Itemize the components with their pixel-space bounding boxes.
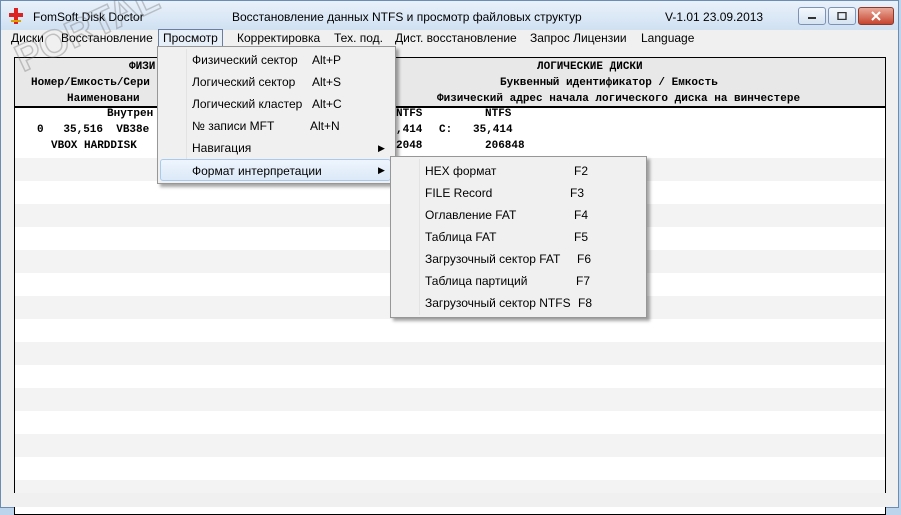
menu-partition-table[interactable]: Таблица партиций F7 — [393, 270, 642, 292]
window-title: Восстановление данных NTFS и просмотр фа… — [232, 10, 582, 24]
capacity-1: ,414 — [396, 124, 423, 136]
menu-shortcut: F7 — [576, 274, 591, 288]
menu-logical-cluster[interactable]: Логический кластер Alt+C — [160, 93, 391, 115]
submenu-arrow-icon: ▶ — [378, 165, 385, 175]
menu-mft-record[interactable]: № записи MFT Alt+N — [160, 115, 391, 137]
empty-row — [15, 457, 885, 480]
menu-label: Таблица FAT — [425, 230, 497, 244]
minimize-button[interactable] — [798, 7, 826, 25]
menu-shortcut: F4 — [574, 208, 589, 222]
app-icon — [9, 8, 23, 24]
menu-support[interactable]: Тех. под. — [330, 30, 387, 46]
menu-shortcut: Alt+C — [312, 97, 342, 111]
menu-file-record[interactable]: FILE Record F3 — [393, 182, 642, 204]
title-bar[interactable]: FomSoft Disk Doctor Восстановление данны… — [1, 1, 898, 31]
menu-navigation[interactable]: Навигация ▶ — [160, 137, 391, 159]
left-header-line2: Номер/Емкость/Сери — [31, 77, 150, 89]
app-title: FomSoft Disk Doctor — [33, 10, 144, 24]
view-dropdown: Физический сектор Alt+P Логический секто… — [157, 46, 396, 184]
status-bar — [1, 493, 898, 507]
menu-shortcut: Alt+S — [312, 75, 342, 89]
menu-shortcut: Alt+N — [310, 119, 340, 133]
close-icon — [871, 11, 881, 21]
disk-info: 0 35,516 VB38e — [37, 124, 150, 136]
menu-label: Оглавление FAT — [425, 208, 517, 222]
menu-label: Логический кластер — [192, 97, 303, 111]
menu-recovery[interactable]: Восстановление — [57, 30, 157, 46]
menu-logical-sector[interactable]: Логический сектор Alt+S — [160, 71, 391, 93]
empty-row — [15, 411, 885, 434]
table-header: ФИЗИ Номер/Емкость/Сери Наименовани ЛОГИ… — [15, 58, 885, 108]
menu-edit[interactable]: Корректировка — [233, 30, 324, 46]
version-label: V-1.01 23.09.2013 — [665, 10, 764, 24]
left-header-line3: Наименовани — [67, 93, 140, 105]
menu-shortcut: F8 — [578, 296, 593, 310]
empty-row — [15, 342, 885, 365]
menu-interpretation-format[interactable]: Формат интерпретации ▶ — [160, 159, 391, 181]
fs-type-1: NTFS — [396, 108, 423, 120]
maximize-icon — [837, 12, 847, 20]
empty-row — [15, 434, 885, 457]
format-submenu: HEX формат F2 FILE Record F3 Оглавление … — [390, 156, 647, 318]
empty-row — [15, 319, 885, 342]
menu-view[interactable]: Просмотр — [158, 29, 223, 47]
right-header-line3: Физический адрес начала логического диск… — [437, 93, 801, 105]
drive-letter: C: — [439, 124, 453, 136]
menu-label: Логический сектор — [192, 75, 296, 89]
address-1: 2048 — [396, 140, 423, 152]
menu-bar: Диски Восстановление Просмотр Корректиро… — [1, 29, 898, 48]
menu-shortcut: F3 — [570, 186, 585, 200]
menu-shortcut: F2 — [574, 164, 589, 178]
right-header-line1: ЛОГИЧЕСКИЕ ДИСКИ — [537, 61, 643, 73]
menu-hex-format[interactable]: HEX формат F2 — [393, 160, 642, 182]
menu-shortcut: F5 — [574, 230, 589, 244]
empty-row — [15, 388, 885, 411]
menu-label: № записи MFT — [192, 119, 275, 133]
menu-label: Навигация — [192, 141, 252, 155]
submenu-arrow-icon: ▶ — [378, 143, 385, 153]
menu-remote-recovery[interactable]: Дист. восстановление — [391, 30, 521, 46]
menu-license[interactable]: Запрос Лицензии — [526, 30, 631, 46]
menu-label: HEX формат — [425, 164, 497, 178]
menu-fat-boot-sector[interactable]: Загрузочный сектор FAT F6 — [393, 248, 642, 270]
menu-fat-table[interactable]: Таблица FAT F5 — [393, 226, 642, 248]
menu-label: Физический сектор — [192, 53, 298, 67]
left-header-line1: ФИЗИ — [129, 61, 156, 73]
menu-label: Загрузочный сектор FAT — [425, 252, 561, 266]
capacity-2: 35,414 — [473, 124, 513, 136]
menu-label: Загрузочный сектор NTFS — [425, 296, 571, 310]
minimize-icon — [808, 17, 816, 19]
address-2: 206848 — [485, 140, 525, 152]
close-button[interactable] — [858, 7, 894, 25]
maximize-button[interactable] — [828, 7, 856, 25]
menu-label: FILE Record — [425, 186, 493, 200]
empty-row — [15, 365, 885, 388]
menu-language[interactable]: Language — [637, 30, 698, 46]
menu-label: Формат интерпретации — [192, 164, 322, 178]
menu-ntfs-boot-sector[interactable]: Загрузочный сектор NTFS F8 — [393, 292, 642, 314]
right-header-line2: Буквенный идентификатор / Емкость — [500, 77, 718, 89]
fs-type-2: NTFS — [485, 108, 512, 120]
menu-shortcut: Alt+P — [312, 53, 342, 67]
menu-shortcut: F6 — [577, 252, 592, 266]
menu-physical-sector[interactable]: Физический сектор Alt+P — [160, 49, 391, 71]
menu-disks[interactable]: Диски — [7, 30, 48, 46]
menu-label: Таблица партиций — [425, 274, 528, 288]
menu-fat-directory[interactable]: Оглавление FAT F4 — [393, 204, 642, 226]
disk-name: VBOX HARDDISK — [51, 140, 137, 152]
internal-label: Внутрен — [107, 108, 154, 120]
